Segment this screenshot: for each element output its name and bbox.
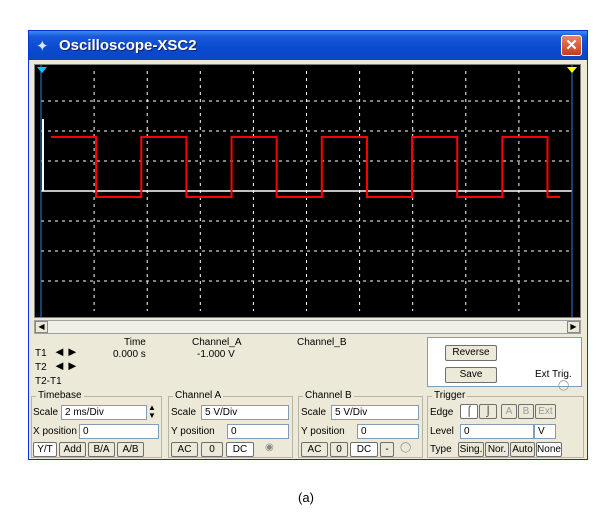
- scroll-left-icon[interactable]: ◀: [35, 321, 48, 333]
- trigger-source-ext-button[interactable]: Ext: [535, 404, 556, 419]
- ext-trig-terminal-icon[interactable]: ◯: [558, 380, 569, 391]
- oscilloscope-icon: ✦: [36, 38, 49, 55]
- trigger-type-label: Type: [430, 444, 452, 455]
- falling-edge-icon[interactable]: ⌡: [479, 404, 497, 419]
- channel-a-ypos-input[interactable]: 0: [227, 424, 289, 439]
- t2-label: T2: [35, 362, 47, 373]
- channel-a-ypos-label: Y position: [171, 426, 215, 437]
- timebase-scale-label: Scale: [33, 407, 59, 418]
- window-title: Oscilloscope-XSC2: [59, 37, 197, 54]
- mode-ba-button[interactable]: B/A: [88, 442, 115, 457]
- channel-b-ypos-input[interactable]: 0: [357, 424, 419, 439]
- channel-b-scale-input[interactable]: 5 V/Div: [331, 405, 419, 420]
- t1-label: T1: [35, 348, 47, 359]
- rising-edge-icon[interactable]: ⌠: [460, 404, 478, 419]
- channel-a-value: -1.000 V: [197, 349, 235, 360]
- trigger-none-button[interactable]: None: [536, 442, 562, 457]
- scope-display: [37, 65, 577, 317]
- horizontal-scrollbar[interactable]: ◀ ▶: [34, 320, 581, 334]
- mode-ab-button[interactable]: A/B: [117, 442, 144, 457]
- time-value: 0.000 s: [113, 349, 146, 360]
- channel-b-title: Channel B: [303, 390, 354, 401]
- timebase-xpos-label: X position: [33, 426, 77, 437]
- channel-a-trace: [51, 136, 560, 198]
- timebase-scale-input[interactable]: 2 ms/Div: [61, 405, 147, 420]
- t1-arrows-icon[interactable]: ◄►: [53, 344, 79, 359]
- scope-screen: [34, 64, 581, 318]
- channel-a-zero-button[interactable]: 0: [201, 442, 223, 457]
- title-bar[interactable]: ✦ Oscilloscope-XSC2 ✕: [29, 31, 587, 60]
- channel-b-scale-label: Scale: [301, 407, 327, 418]
- trigger-level-unit[interactable]: V: [534, 424, 556, 439]
- t2-t1-label: T2-T1: [35, 376, 62, 387]
- figure-caption: (a): [298, 490, 314, 505]
- reverse-button[interactable]: Reverse: [445, 345, 497, 361]
- timebase-xpos-input[interactable]: 0: [79, 424, 159, 439]
- channel-b-header: Channel_B: [297, 337, 347, 348]
- channel-a-title: Channel A: [173, 390, 224, 401]
- trigger-source-b-button[interactable]: B: [518, 404, 534, 419]
- trigger-level-label: Level: [430, 426, 454, 437]
- trigger-title: Trigger: [432, 390, 468, 401]
- close-button[interactable]: ✕: [561, 35, 582, 56]
- trigger-level-input[interactable]: 0: [460, 424, 534, 439]
- channel-a-dc-button[interactable]: DC: [226, 442, 254, 457]
- scope-grid: [41, 71, 572, 311]
- ext-trig-label: Ext Trig.: [535, 369, 572, 380]
- t1-cursor-handle: [37, 67, 47, 73]
- trigger-source-a-button[interactable]: A: [501, 404, 517, 419]
- channel-b-ac-button[interactable]: AC: [301, 442, 328, 457]
- buttons-panel: Reverse Save Ext Trig. ◯: [427, 337, 582, 391]
- channel-b-invert-button[interactable]: -: [380, 442, 394, 457]
- save-button[interactable]: Save: [445, 367, 497, 383]
- t2-arrows-icon[interactable]: ◄►: [53, 358, 79, 373]
- channel-b-terminal-icon[interactable]: ◯: [400, 442, 411, 453]
- time-header: Time: [124, 337, 146, 348]
- channel-b-ypos-label: Y position: [301, 426, 345, 437]
- channel-a-terminal-icon[interactable]: ◉: [265, 442, 274, 453]
- timebase-spinner-icon[interactable]: ▲ ▼: [148, 404, 156, 420]
- channel-a-ac-button[interactable]: AC: [171, 442, 198, 457]
- timebase-title: Timebase: [36, 390, 84, 401]
- channel-a-header: Channel_A: [192, 337, 242, 348]
- channel-b-zero-button[interactable]: 0: [330, 442, 348, 457]
- channel-a-scale-input[interactable]: 5 V/Div: [201, 405, 289, 420]
- trigger-normal-button[interactable]: Nor.: [485, 442, 509, 457]
- oscilloscope-window: ✦ Oscilloscope-XSC2 ✕ ◀ ▶ T1 ◄► T2 ◄► T2…: [28, 30, 588, 460]
- channel-b-dc-button[interactable]: DC: [350, 442, 378, 457]
- mode-yt-button[interactable]: Y/T: [33, 442, 57, 457]
- trigger-auto-button[interactable]: Auto: [510, 442, 535, 457]
- t2-cursor-handle: [567, 67, 577, 73]
- trigger-single-button[interactable]: Sing.: [458, 442, 484, 457]
- scroll-right-icon[interactable]: ▶: [567, 321, 580, 333]
- mode-add-button[interactable]: Add: [59, 442, 86, 457]
- trigger-edge-label: Edge: [430, 407, 454, 418]
- channel-a-scale-label: Scale: [171, 407, 197, 418]
